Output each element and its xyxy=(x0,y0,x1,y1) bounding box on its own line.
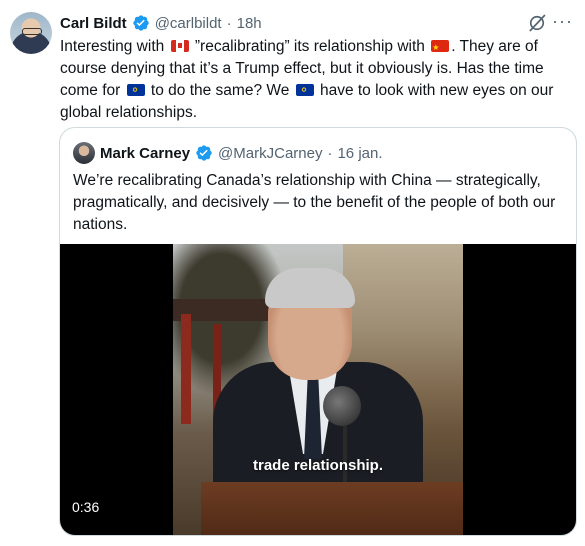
verified-badge-icon xyxy=(133,15,149,31)
verified-badge-icon xyxy=(196,145,212,161)
tweet-text-part: to do the same? We xyxy=(146,82,294,99)
quoted-author-avatar[interactable] xyxy=(73,142,95,164)
more-options-icon[interactable]: ··· xyxy=(552,12,573,30)
tweet-time[interactable]: 18h xyxy=(237,15,262,32)
tweet-text-part: Interesting with xyxy=(60,38,169,55)
tweet-text: Interesting with ”recalibrating” its rel… xyxy=(60,36,565,124)
video-caption: trade relationship. xyxy=(252,457,384,474)
video-player[interactable]: trade relationship. 0:36 xyxy=(60,244,576,535)
tweet-header: Carl Bildt @carlbildt · 18h xyxy=(60,12,262,34)
author-handle[interactable]: @carlbildt xyxy=(155,15,222,32)
quoted-tweet-time[interactable]: 16 jan. xyxy=(337,145,382,162)
china-flag-icon xyxy=(431,40,450,52)
quoted-header-separator: · xyxy=(327,144,333,162)
tweet-text-part: ”recalibrating” its relationship with xyxy=(190,38,430,55)
eu-flag-icon xyxy=(126,84,145,96)
video-frame xyxy=(173,244,463,535)
video-duration: 0:36 xyxy=(72,499,100,515)
author-name[interactable]: Carl Bildt xyxy=(60,15,127,32)
avatar-glasses xyxy=(22,28,42,35)
microphone-icon xyxy=(323,386,361,426)
canada-flag-icon xyxy=(170,40,189,52)
quoted-author-name[interactable]: Mark Carney xyxy=(100,145,190,162)
eu-flag-icon xyxy=(295,84,314,96)
quoted-author-handle[interactable]: @MarkJCarney xyxy=(218,145,322,162)
header-separator: · xyxy=(226,14,232,32)
quoted-tweet-text: We’re recalibrating Canada’s relationshi… xyxy=(73,172,556,233)
author-avatar[interactable] xyxy=(10,12,52,54)
quoted-tweet-header: Mark Carney @MarkJCarney · 16 jan. xyxy=(73,142,383,164)
quoted-tweet[interactable]: Mark Carney @MarkJCarney · 16 jan. We’re… xyxy=(59,127,577,536)
grok-icon[interactable] xyxy=(527,13,547,33)
